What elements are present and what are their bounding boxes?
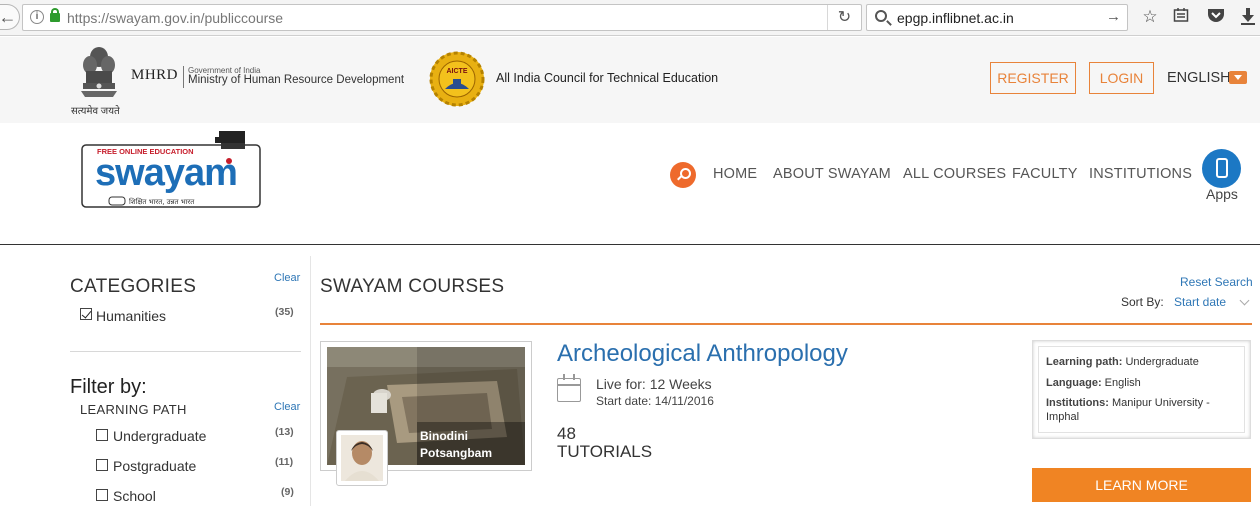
course-title-link[interactable]: Archeological Anthropology xyxy=(557,340,848,368)
info-learning-path: Learning path: Undergraduate xyxy=(1046,355,1199,369)
learning-path-count: (13) xyxy=(275,426,294,438)
info-key: Institutions: xyxy=(1046,397,1109,409)
logo-wordmark: swayam xyxy=(95,152,237,194)
instructor-name: Binodini Potsangbam xyxy=(420,428,492,462)
learning-path-count: (9) xyxy=(281,486,294,498)
sort-by-label: Sort By: xyxy=(1121,295,1164,309)
star-icon[interactable]: ☆ xyxy=(1140,7,1160,27)
search-text[interactable]: epgp.inflibnet.ac.in xyxy=(897,10,1014,26)
learning-path-label[interactable]: Undergraduate xyxy=(113,428,206,444)
aicte-logo-icon: AICTE xyxy=(429,51,485,107)
ministry-name: Ministry of Human Resource Development xyxy=(188,74,405,86)
undergraduate-checkbox[interactable] xyxy=(96,429,108,441)
download-icon[interactable] xyxy=(1238,7,1258,27)
learn-more-button[interactable]: LEARN MORE xyxy=(1032,468,1251,502)
sidebar-divider xyxy=(310,256,311,506)
filter-title: Filter by: xyxy=(70,376,147,398)
tutorial-label: TUTORIALS xyxy=(557,442,653,461)
address-text[interactable]: https://swayam.gov.in/publiccourse xyxy=(67,10,283,26)
info-value: Undergraduate xyxy=(1122,356,1199,368)
mhrd-abbr: MHRD xyxy=(131,67,179,83)
arrow-right-icon[interactable]: → xyxy=(1106,8,1121,25)
learning-path-clear-link[interactable]: Clear xyxy=(274,401,300,413)
learning-path-label[interactable]: Postgraduate xyxy=(113,458,196,474)
reading-list-icon[interactable] xyxy=(1171,7,1191,27)
emblem-motto: सत्यमेव जयते xyxy=(71,106,120,117)
info-key: Learning path: xyxy=(1046,356,1123,368)
logo-tagline-bottom: शिक्षित भारत, उन्नत भारत xyxy=(129,197,195,206)
section-divider xyxy=(320,323,1252,325)
search-icon[interactable] xyxy=(670,162,696,188)
course-info-box: Learning path: Undergraduate Language: E… xyxy=(1032,340,1251,439)
national-emblem-icon xyxy=(81,47,117,97)
instructor-avatar xyxy=(336,430,388,486)
info-institutions: Institutions: Manipur University - Impha… xyxy=(1046,396,1236,424)
school-checkbox[interactable] xyxy=(96,489,108,501)
tutorial-count: 48 xyxy=(557,424,576,443)
reset-search-link[interactable]: Reset Search xyxy=(1180,275,1253,289)
learning-path-count: (11) xyxy=(275,456,294,468)
info-icon[interactable]: i xyxy=(30,10,44,24)
postgraduate-checkbox[interactable] xyxy=(96,459,108,471)
course-duration: Live for: 12 Weeks xyxy=(596,376,712,392)
chevron-down-icon[interactable] xyxy=(1239,295,1250,306)
browser-search-box[interactable]: epgp.inflibnet.ac.in → xyxy=(866,4,1128,31)
register-button[interactable]: REGISTER xyxy=(990,62,1076,94)
browser-toolbar: ← i https://swayam.gov.in/publiccourse ↻… xyxy=(0,0,1260,36)
phone-icon xyxy=(1216,158,1228,178)
nav-institutions[interactable]: INSTITUTIONS xyxy=(1089,166,1192,182)
sort-by-select[interactable]: Start date xyxy=(1174,295,1226,309)
course-info-inner: Learning path: Undergraduate Language: E… xyxy=(1038,346,1245,433)
aicte-badge-text: AICTE xyxy=(447,68,468,75)
lock-icon xyxy=(50,8,60,22)
course-start-date: Start date: 14/11/2016 xyxy=(596,394,714,408)
calendar-icon xyxy=(557,374,581,402)
info-key: Language: xyxy=(1046,377,1102,389)
aicte-name: All India Council for Technical Educatio… xyxy=(496,71,719,85)
login-button[interactable]: LOGIN xyxy=(1089,62,1154,94)
learning-path-label[interactable]: School xyxy=(113,488,156,504)
category-label[interactable]: Humanities xyxy=(96,308,166,324)
reload-icon[interactable]: ↻ xyxy=(827,5,861,30)
url-path: /publiccourse xyxy=(200,10,284,26)
nav-home[interactable]: HOME xyxy=(713,166,757,182)
nav-about-swayam[interactable]: ABOUT SWAYAM xyxy=(773,166,891,182)
page-title: SWAYAM COURSES xyxy=(320,276,505,297)
gov-header: सत्यमेव जयते MHRD Government of India Mi… xyxy=(0,37,1260,123)
url-host: https://swayam.gov.in xyxy=(67,10,201,26)
humanities-checkbox[interactable] xyxy=(80,308,92,320)
mhrd-divider xyxy=(183,66,184,88)
categories-title: CATEGORIES xyxy=(70,276,197,297)
apps-label[interactable]: Apps xyxy=(1206,186,1238,202)
apps-button[interactable] xyxy=(1202,149,1241,188)
language-selector[interactable]: ENGLISH xyxy=(1167,70,1231,86)
caret-down-icon[interactable] xyxy=(1229,71,1247,84)
categories-clear-link[interactable]: Clear xyxy=(274,272,300,284)
learning-path-title: LEARNING PATH xyxy=(80,402,187,417)
back-arrow-icon[interactable]: ← xyxy=(0,4,20,30)
nav-faculty[interactable]: FACULTY xyxy=(1012,166,1078,182)
instructor-first-name: Binodini xyxy=(420,429,468,443)
nav-all-courses[interactable]: ALL COURSES xyxy=(903,166,1006,182)
instructor-last-name: Potsangbam xyxy=(420,446,493,460)
category-count: (35) xyxy=(275,306,294,318)
info-value: English xyxy=(1101,377,1141,389)
swayam-logo[interactable]: FREE ONLINE EDUCATION swayam शिक्षित भार… xyxy=(81,131,263,209)
pocket-icon[interactable] xyxy=(1206,7,1226,27)
info-language: Language: English xyxy=(1046,376,1141,390)
main-nav: FREE ONLINE EDUCATION swayam शिक्षित भार… xyxy=(0,123,1260,245)
sidebar-separator xyxy=(70,351,301,352)
search-icon xyxy=(875,10,887,22)
address-bar[interactable]: i https://swayam.gov.in/publiccourse ↻ xyxy=(22,4,862,31)
